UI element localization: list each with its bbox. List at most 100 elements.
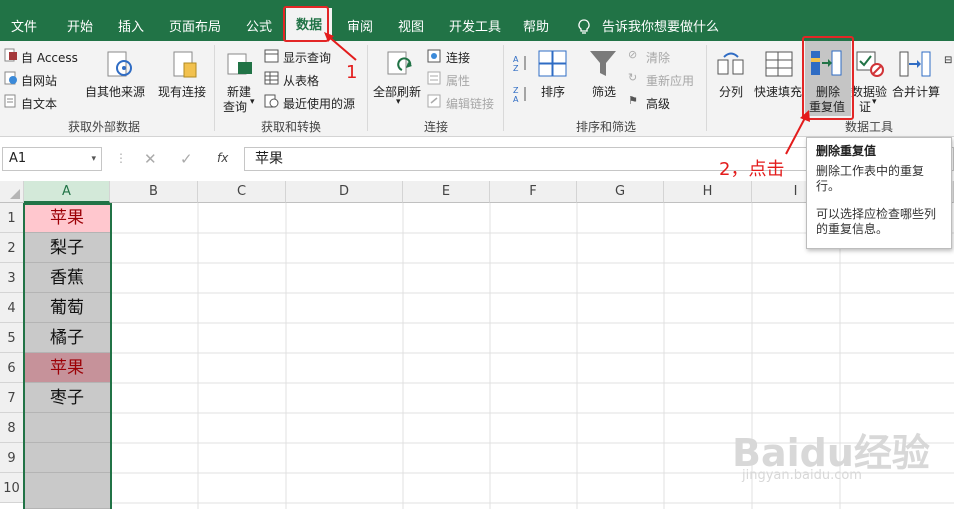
- edit-links-button[interactable]: 编辑链接: [446, 95, 494, 112]
- connections-icon: [427, 49, 441, 63]
- column-header-a[interactable]: A: [24, 181, 110, 203]
- annotation-step-2: 2，点击: [719, 159, 785, 180]
- group-label-connections: 连接: [424, 120, 449, 134]
- enter-icon[interactable]: ✓: [180, 150, 193, 168]
- recent-sources-button[interactable]: 最近使用的源: [283, 95, 355, 112]
- sort-za-icon[interactable]: ZA: [513, 85, 529, 103]
- tab-view[interactable]: 视图: [398, 16, 424, 35]
- svg-text:A: A: [513, 55, 519, 64]
- column-header-c[interactable]: C: [198, 181, 286, 203]
- insert-function-icon[interactable]: fx: [217, 151, 228, 165]
- sort-button[interactable]: 排序: [541, 83, 565, 100]
- web-icon: [4, 71, 17, 85]
- existing-connections-button[interactable]: 现有连接: [158, 83, 206, 100]
- row-header-10[interactable]: 10: [0, 473, 24, 503]
- tell-me-search[interactable]: 告诉我你想要做什么: [602, 16, 719, 35]
- tooltip-title: 删除重复值: [816, 144, 877, 158]
- from-text-button[interactable]: 自文本: [21, 95, 57, 112]
- text-to-columns-button[interactable]: 分列: [719, 83, 743, 100]
- clear-button[interactable]: 清除: [646, 49, 670, 66]
- group-label-data-tools: 数据工具: [845, 120, 894, 134]
- group-label-sort-filter: 排序和筛选: [576, 120, 637, 134]
- svg-text:A: A: [513, 95, 519, 103]
- new-query-button-line2[interactable]: 查询: [223, 98, 247, 115]
- select-all-icon: [10, 189, 20, 199]
- tab-formulas[interactable]: 公式: [246, 16, 272, 35]
- row-header-7[interactable]: 7: [0, 383, 24, 413]
- cancel-icon[interactable]: ✕: [144, 150, 157, 168]
- row-header-2[interactable]: 2: [0, 233, 24, 263]
- connections-button[interactable]: 连接: [446, 49, 470, 66]
- consolidate-button[interactable]: 合并计算: [892, 83, 940, 100]
- new-query-icon: [227, 53, 252, 75]
- from-access-button[interactable]: 自 Access: [21, 49, 78, 66]
- sort-icon: [538, 50, 567, 77]
- tab-home[interactable]: 开始: [67, 16, 93, 35]
- data-validation-icon: [856, 51, 884, 77]
- row-header-4[interactable]: 4: [0, 293, 24, 323]
- more-icon[interactable]: ⊟: [944, 55, 952, 66]
- properties-icon: [427, 71, 441, 85]
- column-a-selection: [23, 203, 112, 509]
- formula-input-value: 苹果: [255, 151, 283, 167]
- svg-text:Z: Z: [513, 64, 519, 72]
- recent-sources-icon: [264, 94, 279, 108]
- tab-file[interactable]: 文件: [11, 16, 37, 35]
- row-header-3[interactable]: 3: [0, 263, 24, 293]
- chevron-down-icon: ▾: [396, 97, 401, 107]
- row-header-8[interactable]: 8: [0, 413, 24, 443]
- from-table-button[interactable]: 从表格: [283, 72, 319, 89]
- group-label-get-transform: 获取和转换: [261, 120, 322, 134]
- other-sources-icon: [107, 51, 132, 77]
- sort-az-icon[interactable]: AZ: [513, 54, 529, 72]
- from-web-button[interactable]: 自网站: [21, 72, 57, 89]
- tab-page-layout[interactable]: 页面布局: [169, 16, 221, 35]
- group-separator: [214, 45, 215, 131]
- advanced-button[interactable]: 高级: [646, 95, 670, 112]
- tooltip-desc-line1: 删除工作表中的重复: [816, 164, 925, 178]
- reapply-icon: ↻: [628, 71, 638, 84]
- clear-filter-icon: ⊘: [628, 48, 638, 61]
- reapply-button[interactable]: 重新应用: [646, 72, 694, 89]
- access-icon: [4, 48, 17, 62]
- name-box[interactable]: A1 ▾: [2, 147, 102, 171]
- annotation-arrow-1: [324, 32, 357, 61]
- properties-button[interactable]: 属性: [446, 72, 470, 89]
- group-label-get-external: 获取外部数据: [68, 120, 141, 134]
- other-sources-button[interactable]: 自其他来源: [85, 83, 145, 100]
- select-all-corner[interactable]: [0, 181, 24, 203]
- row-header-1[interactable]: 1: [0, 203, 24, 233]
- remove-duplicates-tooltip: 删除重复值 删除工作表中的重复 行。 可以选择应检查哪些列 的重复信息。: [806, 137, 952, 249]
- tab-help[interactable]: 帮助: [523, 16, 549, 35]
- tab-developer[interactable]: 开发工具: [449, 16, 501, 35]
- show-queries-icon: [264, 49, 279, 63]
- consolidate-icon: [899, 51, 931, 77]
- filter-button[interactable]: 筛选: [592, 83, 616, 100]
- tab-insert[interactable]: 插入: [118, 16, 144, 35]
- row-header-6[interactable]: 6: [0, 353, 24, 383]
- flash-fill-icon: [765, 51, 793, 77]
- column-header-b[interactable]: B: [110, 181, 198, 203]
- data-validation-button-line2[interactable]: 证: [859, 98, 871, 115]
- svg-text:Z: Z: [513, 86, 519, 95]
- lightbulb-icon: [578, 19, 590, 34]
- chevron-down-icon[interactable]: ▾: [91, 148, 96, 170]
- column-header-g[interactable]: G: [577, 181, 664, 203]
- row-header-5[interactable]: 5: [0, 323, 24, 353]
- advanced-filter-icon: ⚑: [628, 94, 638, 107]
- watermark-url: jingyan.baidu.com: [742, 468, 862, 483]
- row-header-9[interactable]: 9: [0, 443, 24, 473]
- annotation-step-1: 1: [346, 62, 358, 83]
- title-bar: [0, 0, 954, 8]
- column-header-e[interactable]: E: [403, 181, 490, 203]
- chevron-down-icon: ▾: [872, 97, 877, 107]
- column-header-f[interactable]: F: [490, 181, 577, 203]
- group-separator: [706, 45, 707, 131]
- flash-fill-button[interactable]: 快速填充: [754, 83, 802, 100]
- annotation-arrow-2: [785, 110, 810, 155]
- refresh-all-icon: [387, 51, 412, 75]
- column-header-d[interactable]: D: [286, 181, 403, 203]
- column-header-h[interactable]: H: [664, 181, 752, 203]
- existing-connections-icon: [173, 51, 197, 78]
- text-to-columns-icon: [717, 52, 744, 75]
